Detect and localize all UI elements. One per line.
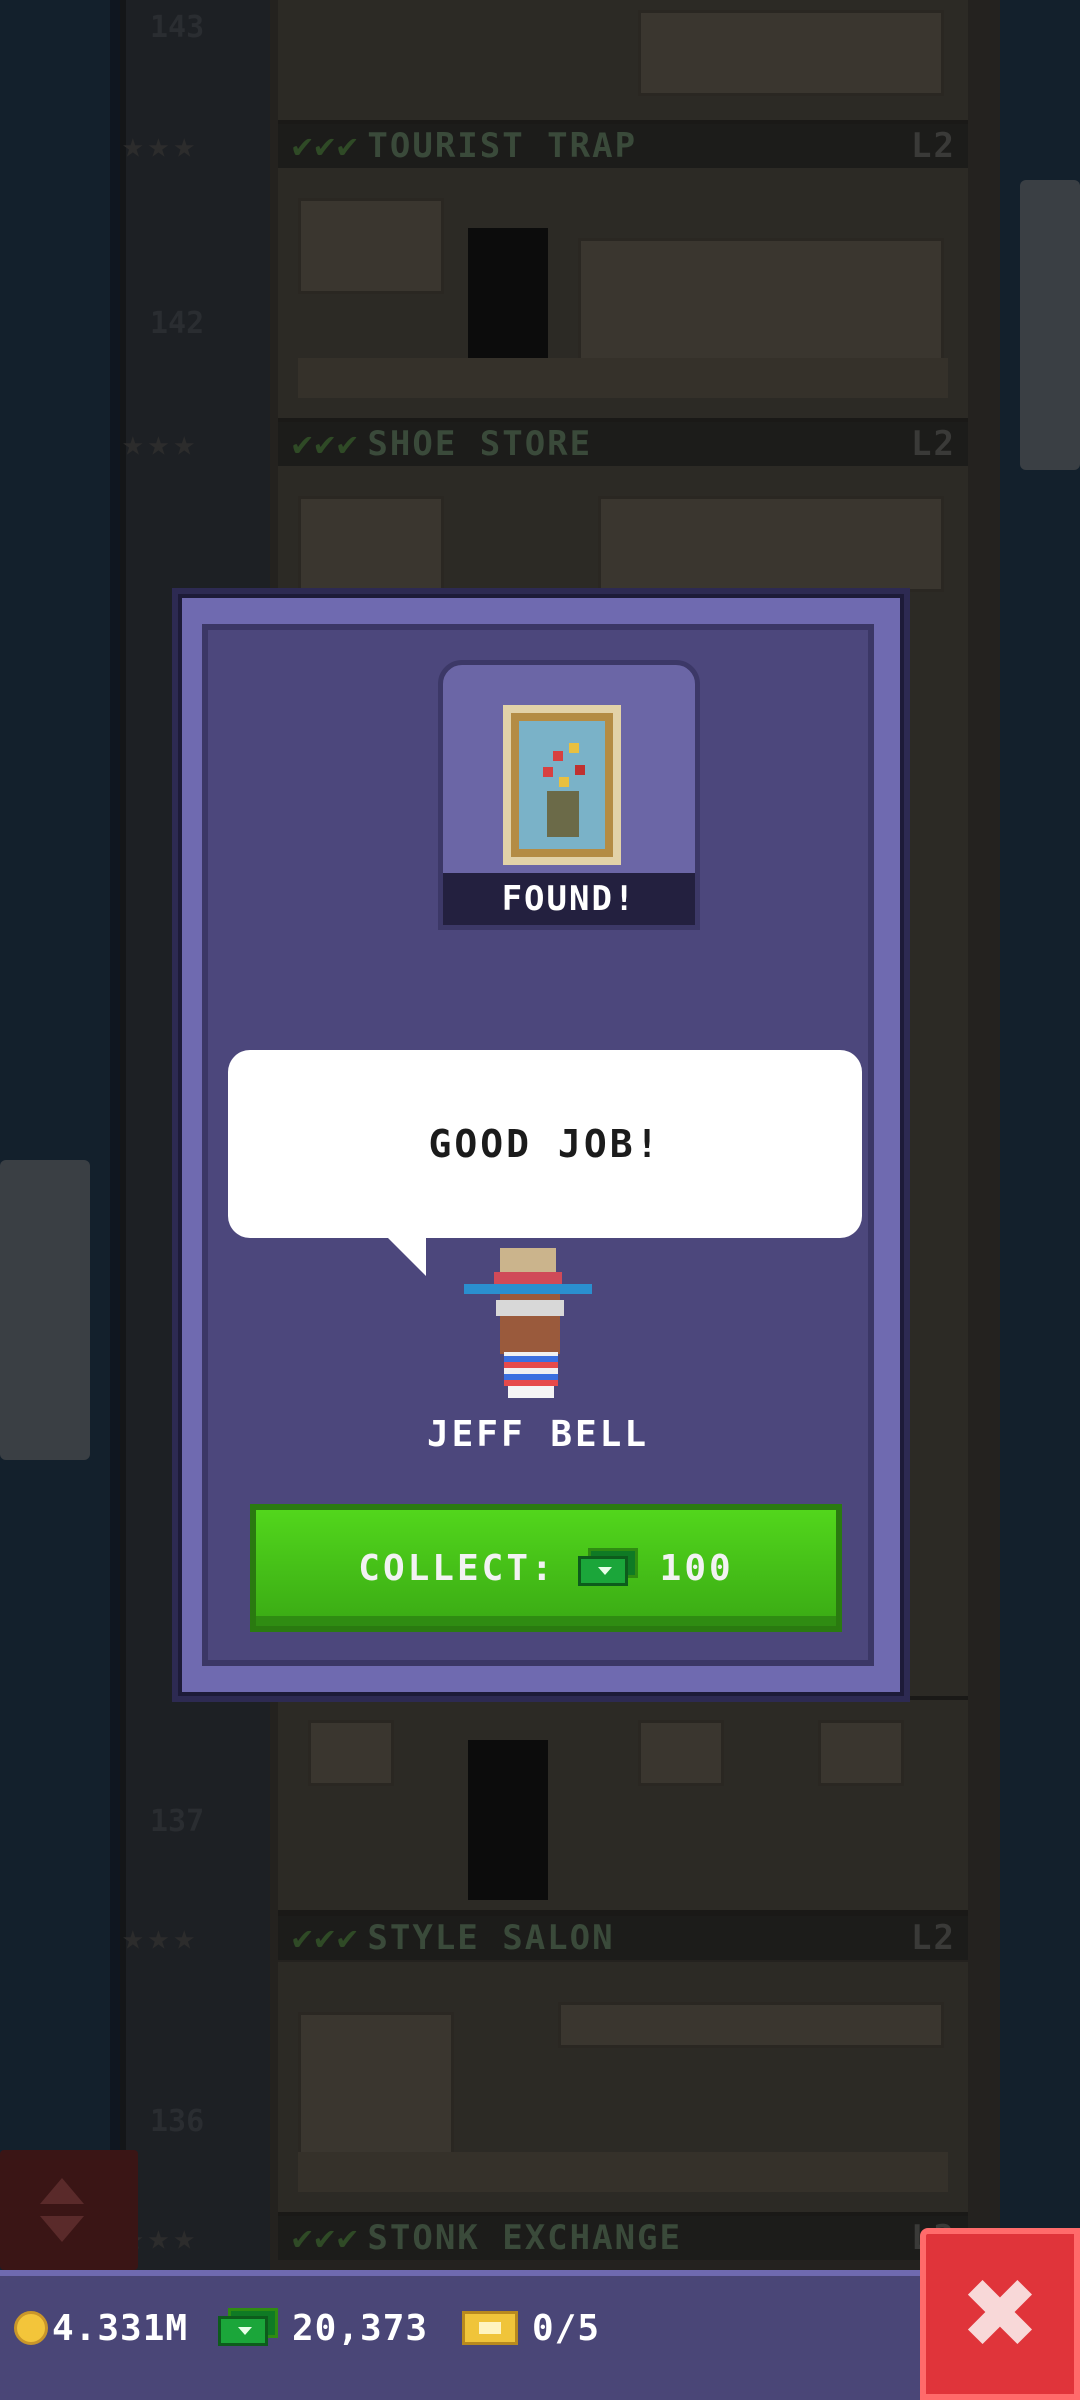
floor-number: 142 (150, 306, 205, 341)
floor-banner: ✔✔✔ SHOE STORE L2 (278, 422, 968, 466)
ticket-icon (462, 2311, 518, 2345)
cloud (1020, 180, 1080, 470)
bux-counter: 20,373 (218, 2298, 428, 2358)
speech-bubble: GOOD JOB! (228, 1050, 862, 1238)
collect-button[interactable]: COLLECT: 100 (250, 1504, 842, 1632)
coins-counter: 4.331M (14, 2298, 188, 2358)
floor-stars: ★★★ (122, 1917, 200, 1958)
bux-icon (577, 1548, 638, 1588)
collect-amount: 100 (659, 1547, 734, 1589)
floor-name: SHOE STORE (367, 424, 593, 464)
floor-room (278, 1962, 968, 2218)
floor-level: L2 (911, 424, 956, 464)
character-name: JEFF BELL (426, 1414, 650, 1455)
floor-number: 136 (150, 2104, 205, 2139)
floor-name: STYLE SALON (367, 1918, 615, 1958)
close-button[interactable]: ✖ (920, 2228, 1080, 2400)
floor-room (278, 0, 968, 126)
speech-bubble-tail (384, 1234, 426, 1276)
arrow-up-icon (40, 2178, 84, 2204)
collect-label: COLLECT: (358, 1547, 556, 1589)
resource-bar: 4.331M 20,373 0/5 (0, 2270, 1080, 2400)
cloud (0, 1160, 90, 1460)
floor-name: STONK EXCHANGE (367, 2218, 682, 2258)
arrow-down-icon (40, 2216, 84, 2242)
found-label: FOUND! (443, 873, 695, 925)
tickets-counter: 0/5 (462, 2298, 600, 2358)
item-found-dialog: FOUND! GOOD JOB! JEFF BELL COLLECT: 100 (172, 588, 910, 1702)
sky-left (0, 0, 110, 2270)
elevator-button[interactable] (0, 2150, 138, 2270)
floor-room (278, 1700, 968, 1916)
floor-number: 137 (150, 1804, 205, 1839)
floor-stars: ★★★ (122, 125, 200, 166)
floor-room (278, 168, 968, 424)
painting-icon (503, 705, 621, 865)
floor-number: 143 (150, 10, 205, 45)
floor-banner: ✔✔✔ TOURIST TRAP L2 (278, 124, 968, 168)
floor-name: TOURIST TRAP (367, 126, 638, 166)
character-avatar (460, 1240, 600, 1400)
bux-icon (218, 2308, 278, 2348)
tickets-value: 0/5 (532, 2307, 601, 2349)
found-item-card: FOUND! (438, 660, 700, 930)
floor-banner: ✔✔✔ STYLE SALON L2 (278, 1916, 968, 1960)
coin-icon (14, 2311, 48, 2345)
floor-level: L2 (911, 1918, 956, 1958)
floor-level: L2 (911, 126, 956, 166)
floor-banner: ✔✔✔STONK EXCHANGE L2 (278, 2216, 968, 2260)
coins-value: 4.331M (52, 2307, 189, 2349)
bux-value: 20,373 (292, 2307, 429, 2349)
floor-stars: ★★★ (122, 423, 200, 464)
dialog-body: FOUND! GOOD JOB! JEFF BELL COLLECT: 100 (202, 624, 874, 1666)
close-icon: ✖ (959, 2258, 1041, 2370)
